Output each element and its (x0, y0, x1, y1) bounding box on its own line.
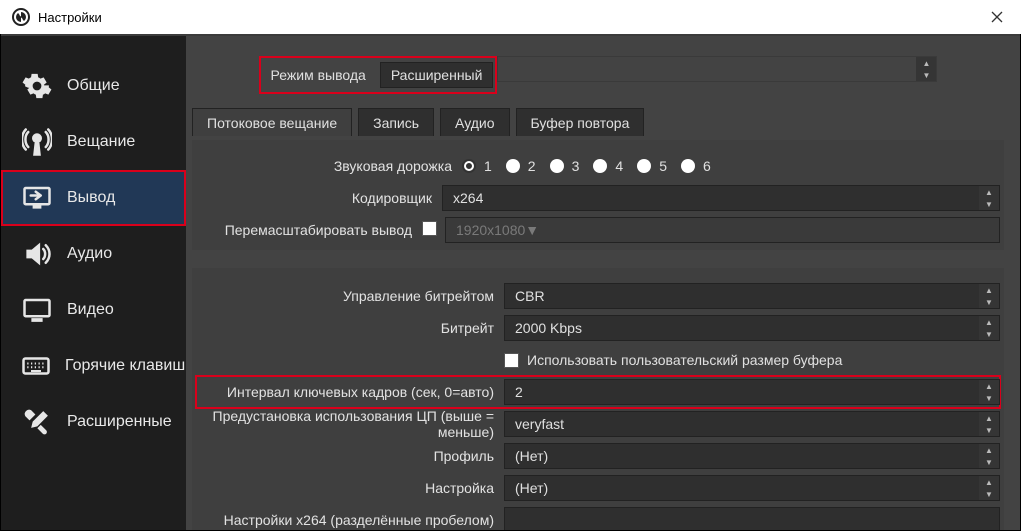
custom-bufsize-label: Использовать пользовательский размер буф… (527, 352, 842, 368)
sidebar: Общие Вещание Вывод Аудио Видео (1, 36, 186, 530)
titlebar: Настройки (0, 0, 1021, 34)
audio-track-radios: 1 2 3 4 5 6 (462, 158, 1000, 174)
updown-icon: ▲▼ (979, 186, 999, 210)
x264opts-input[interactable] (504, 507, 1000, 530)
sidebar-item-hotkeys[interactable]: Горячие клавиши (1, 338, 186, 394)
tab-recording[interactable]: Запись (358, 108, 434, 136)
keyint-input[interactable]: 2 ▲▼ (504, 379, 1000, 405)
rescale-label: Перемасштабировать вывод (196, 222, 414, 238)
keyint-label: Интервал ключевых кадров (сек, 0=авто) (196, 382, 496, 402)
updown-icon: ▲▼ (916, 57, 936, 81)
encoder-combo[interactable]: x264 ▲▼ (442, 185, 1000, 211)
tab-streaming[interactable]: Потоковое вещание (192, 108, 352, 136)
app-icon (12, 8, 30, 26)
sidebar-item-label: Видео (67, 301, 114, 319)
sidebar-item-output[interactable]: Вывод (1, 170, 186, 226)
x264opts-label: Настройки x264 (разделённые пробелом) (196, 512, 496, 528)
audio-track-1[interactable] (462, 159, 476, 173)
audio-track-5[interactable] (637, 159, 651, 173)
sidebar-item-advanced[interactable]: Расширенные (1, 394, 186, 450)
sidebar-item-audio[interactable]: Аудио (1, 226, 186, 282)
bitrate-input[interactable]: 2000 Kbps ▲▼ (504, 315, 1000, 341)
tab-audio[interactable]: Аудио (440, 108, 510, 136)
audio-track-label: Звуковая дорожка (196, 158, 454, 174)
gear-icon (21, 70, 53, 102)
sidebar-item-label: Аудио (67, 245, 112, 263)
keyboard-icon (21, 350, 51, 382)
cpu-preset-combo[interactable]: veryfast ▲▼ (504, 411, 1000, 437)
streaming-pane: Звуковая дорожка 1 2 3 4 5 6 Кодировщик … (192, 140, 1004, 250)
updown-icon: ▲▼ (979, 284, 999, 308)
sidebar-item-video[interactable]: Видео (1, 282, 186, 338)
tune-label: Настройка (196, 480, 496, 496)
sidebar-item-label: Расширенные (67, 413, 172, 431)
updown-icon: ▲▼ (979, 380, 999, 404)
profile-combo[interactable]: (Нет) ▲▼ (504, 443, 1000, 469)
tab-replaybuffer[interactable]: Буфер повтора (516, 108, 645, 136)
cpu-preset-label: Предустановка использования ЦП (выше = м… (196, 408, 496, 440)
rescale-combo[interactable]: 1920x1080 ▼ (445, 217, 1000, 243)
sidebar-item-label: Вещание (67, 133, 135, 151)
updown-icon: ▲▼ (979, 412, 999, 436)
audio-track-2[interactable] (506, 159, 520, 173)
updown-icon: ▲▼ (979, 444, 999, 468)
sidebar-item-label: Вывод (67, 189, 115, 207)
content: Режим вывода Расширенный ▲▼ Потоковое ве… (186, 36, 1020, 530)
tune-combo[interactable]: (Нет) ▲▼ (504, 475, 1000, 501)
encoder-settings-pane: Управление битрейтом CBR ▲▼ Битрейт 2000… (192, 268, 1004, 530)
monitor-icon (21, 294, 53, 326)
broadcast-icon (21, 126, 53, 158)
encoder-label: Кодировщик (196, 190, 434, 206)
sidebar-item-general[interactable]: Общие (1, 58, 186, 114)
speaker-icon (21, 238, 53, 270)
audio-track-6[interactable] (681, 159, 695, 173)
output-mode-group: Режим вывода Расширенный (259, 56, 498, 94)
audio-track-3[interactable] (550, 159, 564, 173)
audio-track-4[interactable] (593, 159, 607, 173)
sidebar-item-stream[interactable]: Вещание (1, 114, 186, 170)
output-mode-value: Расширенный (391, 67, 483, 83)
output-mode-combo[interactable]: Расширенный (380, 62, 494, 88)
rate-control-label: Управление битрейтом (196, 288, 496, 304)
updown-icon: ▲▼ (979, 476, 999, 500)
output-tabs: Потоковое вещание Запись Аудио Буфер пов… (192, 108, 1004, 136)
tools-icon (21, 406, 53, 438)
output-mode-spacer-combo[interactable]: ▲▼ (497, 56, 937, 82)
close-button[interactable] (979, 3, 1015, 31)
sidebar-item-label: Горячие клавиши (65, 357, 186, 375)
keyint-row: Интервал ключевых кадров (сек, 0=авто) 2… (196, 376, 1000, 408)
window-title: Настройки (38, 10, 102, 25)
rate-control-combo[interactable]: CBR ▲▼ (504, 283, 1000, 309)
sidebar-item-label: Общие (67, 77, 120, 95)
bitrate-label: Битрейт (196, 320, 496, 336)
output-mode-label: Режим вывода (263, 63, 374, 87)
custom-bufsize-checkbox[interactable] (504, 353, 519, 368)
profile-label: Профиль (196, 448, 496, 464)
chevron-down-icon: ▼ (525, 222, 539, 238)
output-icon (21, 182, 53, 214)
rescale-checkbox[interactable] (422, 221, 437, 236)
updown-icon: ▲▼ (979, 316, 999, 340)
